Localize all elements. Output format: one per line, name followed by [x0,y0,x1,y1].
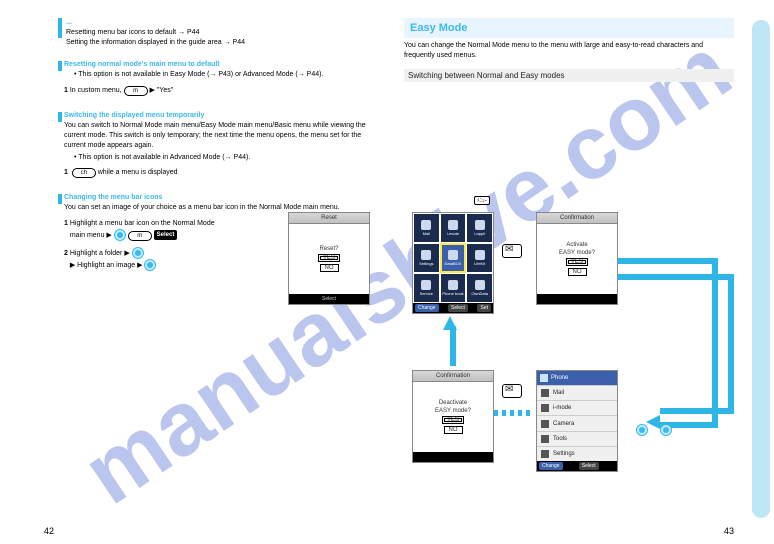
deactivate-line2: EASY mode? [435,408,471,414]
activate-confirm-screenshot: Confirmation Activate EASY mode? YES NO [536,212,618,305]
page: manualshive.com ... Resetting menu bar i… [0,0,774,544]
settings-icon [541,450,549,458]
easy-item-camera[interactable]: Camera [537,415,617,430]
flow-arrow [712,258,718,428]
select-badge: Select [154,230,178,240]
continuing-ops: ... Resetting menu bar icons to default … [66,18,384,47]
flow-arrow [450,326,456,366]
activate-yes-button[interactable]: YES [566,258,588,266]
grid-mail[interactable]: Mail [413,213,440,243]
dial-icon [636,424,648,436]
section2-step: 1 ch while a menu is displayed [64,168,384,178]
grid-service[interactable]: Service [413,273,440,303]
section2-body: You can switch to Normal Mode main menu/… [64,121,384,150]
grid-databox[interactable]: DataBOX [440,243,467,273]
reset-yes-button[interactable]: YES [318,254,340,262]
easy-mode-lead: You can change the Normal Mode menu to t… [404,41,734,61]
phone-icon [540,374,548,382]
deactivate-title: Confirmation [413,371,493,382]
mail-key-icon: m [124,86,148,96]
activate-no-button[interactable]: NO [568,268,587,276]
imode-icon [541,404,549,412]
menu-key-icon: ﾒﾆｭｰ [474,196,490,205]
easy-item-settings[interactable]: Settings [537,446,617,461]
mail-key-icon [502,384,522,398]
normal-menu-screenshot: Mail i-mode i-αppli Settings DataBOX Lif… [412,212,494,314]
section1-title: Resetting normal mode's main menu to def… [64,61,384,68]
flow-arrow-dotted [494,410,534,416]
dial-icon [144,259,156,271]
arrowhead-left-icon [646,415,660,429]
op-link-2: Setting the information displayed in the… [66,38,384,48]
easy-menu-header: Phone [537,371,617,385]
grid-iappli[interactable]: i-αppli [466,213,493,243]
grid-owndata[interactable]: OwnData [466,273,493,303]
flow-arrow [618,274,734,280]
deactivate-line1: Deactivate [439,400,467,406]
activate-line1: Activate [566,242,587,248]
dial-icon [660,424,672,436]
section1-step: 1 In custom menu, m ▶ "Yes" [64,86,384,96]
softkey-select: Select [448,304,468,312]
reset-no-button[interactable]: NO [320,264,339,272]
deactivate-yes-button[interactable]: YES [442,416,464,424]
activate-title: Confirmation [537,213,617,224]
easy-menu-screenshot: Phone Mail i-mode Camera Tools Settings … [536,370,618,472]
deactivate-confirm-screenshot: Confirmation Deactivate EASY mode? YES N… [412,370,494,463]
softkey-change: Change [415,304,439,312]
op-link-1: Resetting menu bar icons to default → P4… [66,28,384,38]
reset-dialog-title: Reset [289,213,369,224]
switching-subhead: Switching between Normal and Easy modes [404,69,734,82]
grid-lifekit[interactable]: LifeKit [466,243,493,273]
right-column: Easy Mode You can change the Normal Mode… [404,18,734,88]
page-number-right: 43 [724,526,734,536]
reset-dialog-screenshot: Reset Reset? YES NO Select [288,212,370,305]
page-number-left: 42 [44,526,54,536]
dial-icon [114,229,126,241]
section1-bullet: • This option is not available in Easy M… [74,70,384,80]
grid-imode[interactable]: i-mode [440,213,467,243]
softkey-set: Set [477,304,491,312]
easy-item-tools[interactable]: Tools [537,431,617,446]
easy-mode-heading: Easy Mode [404,18,734,38]
softkey-select: Select [579,462,599,470]
section2-title: Switching the displayed menu temporarily [64,112,384,119]
flow-arrow [660,408,734,414]
grid-settings[interactable]: Settings [413,243,440,273]
reset-prompt: Reset? [319,246,338,252]
section2-bullet: • This option is not available in Advanc… [74,153,384,163]
easy-item-mail[interactable]: Mail [537,385,617,400]
grid-phonebook[interactable]: Phone book [440,273,467,303]
flow-arrow [728,274,734,414]
right-tab-bar [752,20,770,518]
tools-icon [541,435,549,443]
section3-title: Changing the menu bar icons [64,194,384,201]
softkey-change: Change [539,462,563,470]
dial-icon [132,247,144,259]
mail-key-icon [502,244,522,258]
arrowhead-up-icon [443,316,457,330]
easy-item-imode[interactable]: i-mode [537,400,617,415]
ch-key-icon: ch [72,168,96,178]
activate-line2: EASY mode? [559,250,595,256]
softkey-center: Select [322,296,336,302]
mail-icon [541,389,549,397]
deactivate-no-button[interactable]: NO [444,426,463,434]
flow-arrow [618,258,718,264]
camera-icon [541,420,549,428]
mail-key-icon: m [128,231,152,241]
normal-menu-grid: Mail i-mode i-αppli Settings DataBOX Lif… [413,213,493,303]
